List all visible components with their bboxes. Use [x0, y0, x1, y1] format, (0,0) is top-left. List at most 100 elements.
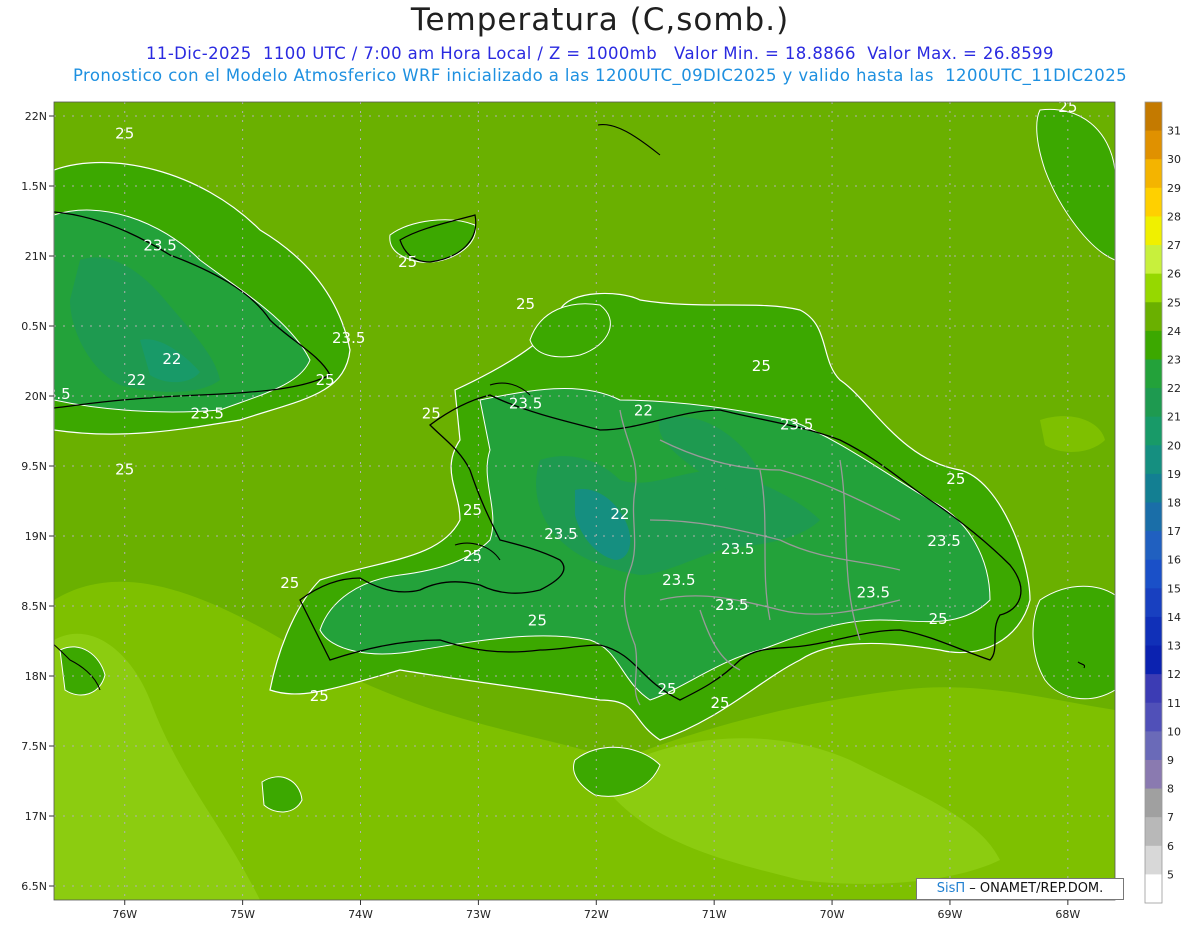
lat-tick-label: 0.5N [21, 320, 47, 333]
contour-label: 23.5 [715, 596, 748, 614]
lat-tick-label: 7.5N [21, 740, 47, 753]
contour-label: 25 [280, 574, 299, 592]
colorbar-swatch [1145, 702, 1162, 732]
colorbar-label: 21 [1167, 411, 1181, 424]
lat-tick-label: 22N [25, 110, 47, 123]
colorbar-label: 24 [1167, 325, 1181, 338]
lat-tick-label: 21N [25, 250, 47, 263]
colorbar-swatch [1145, 588, 1162, 618]
colorbar-swatch [1145, 731, 1162, 761]
contour-label: 22 [162, 350, 181, 368]
contour-label: 25 [657, 680, 676, 698]
lon-tick-label: 74W [348, 908, 373, 921]
colorbar-swatch [1145, 416, 1162, 446]
colorbar-label: 15 [1167, 582, 1181, 595]
sistema-logo: SisΠ [936, 881, 966, 896]
credit-text: – ONAMET/REP.DOM. [969, 881, 1104, 896]
contour-label: 23.5 [544, 525, 577, 543]
colorbar-swatch [1145, 674, 1162, 704]
contour-label: 25 [946, 470, 965, 488]
colorbar-label: 14 [1167, 611, 1181, 624]
lat-tick-label: 20N [25, 390, 47, 403]
contour-label: 23.5 [927, 532, 960, 550]
colorbar-label: 8 [1167, 783, 1174, 796]
colorbar-label: 29 [1167, 182, 1181, 195]
colorbar-swatch [1145, 187, 1162, 217]
colorbar-swatch [1145, 445, 1162, 475]
credit-box: SisΠ – ONAMET/REP.DOM. [916, 878, 1124, 900]
colorbar-label: 20 [1167, 439, 1181, 452]
contour-label: 25 [316, 371, 335, 389]
colorbar-swatch [1145, 330, 1162, 360]
contour-label: 25 [463, 547, 482, 565]
colorbar-swatch [1145, 359, 1162, 389]
contour-label: 23.5 [721, 540, 754, 558]
contour-label: 22 [634, 402, 653, 420]
map-figure: 25 25 23.5 23.5 22 22 25 23.5 23.5 25 25 23.5 22 25 23… [21, 98, 1181, 921]
colorbar: 31 30 29 28 27 26 25 24 23 22 21 20 19 18 17 16 15 14 13 12… [1144, 101, 1181, 904]
contour-label: 25 [528, 612, 547, 630]
lat-tick-label: 19N [25, 530, 47, 543]
colorbar-label: 22 [1167, 382, 1181, 395]
colorbar-label: 6 [1167, 840, 1174, 853]
contour-label: 25 [752, 357, 771, 375]
contour-label: 23.5 [509, 395, 542, 413]
colorbar-label: 30 [1167, 153, 1181, 166]
colorbar-label: 16 [1167, 554, 1181, 567]
colorbar-label: 17 [1167, 525, 1181, 538]
colorbar-swatch [1145, 531, 1162, 561]
map-area: 25 25 23.5 23.5 22 22 25 23.5 23.5 25 25 23.5 22 25 23… [54, 98, 1115, 900]
colorbar-swatch [1145, 845, 1162, 875]
colorbar-label: 12 [1167, 668, 1181, 681]
lat-tick-label: 1.5N [21, 180, 47, 193]
lon-tick-label: 68W [1055, 908, 1080, 921]
colorbar-swatch [1145, 159, 1162, 189]
colorbar-label: 27 [1167, 239, 1181, 252]
contour-label: 25 [115, 124, 134, 142]
colorbar-swatch [1145, 616, 1162, 647]
colorbar-swatch [1145, 245, 1162, 275]
contour-label: 23.5 [191, 404, 224, 422]
colorbar-label: 26 [1167, 268, 1181, 281]
colorbar-swatch [1145, 559, 1162, 589]
colorbar-swatch [1145, 302, 1162, 332]
colorbar-swatch [1145, 216, 1162, 246]
lon-tick-label: 76W [112, 908, 137, 921]
lon-tick-label: 73W [466, 908, 491, 921]
colorbar-label: 19 [1167, 468, 1181, 481]
colorbar-swatch [1145, 788, 1162, 818]
colorbar-label: 23 [1167, 353, 1181, 366]
colorbar-swatch [1145, 388, 1162, 418]
colorbar-label: 11 [1167, 697, 1181, 710]
contour-label: 25 [310, 687, 329, 705]
lon-tick-label: 72W [584, 908, 609, 921]
lat-tick-label: 18N [25, 670, 47, 683]
contour-label: 25 [711, 694, 730, 712]
lon-tick-label: 70W [820, 908, 845, 921]
colorbar-swatch [1145, 502, 1162, 532]
contour-label: 25 [463, 501, 482, 519]
lat-tick-label: 6.5N [21, 880, 47, 893]
colorbar-label: 31 [1167, 125, 1181, 138]
contour-label: 23.5 [857, 584, 890, 602]
colorbar-swatch [1145, 645, 1162, 675]
colorbar-swatch [1145, 273, 1162, 303]
lat-tick-label: 8.5N [21, 600, 47, 613]
contour-label: 25 [115, 460, 134, 478]
colorbar-label: 28 [1167, 210, 1181, 223]
colorbar-swatch [1145, 874, 1162, 904]
contour-label: 25 [422, 404, 441, 422]
colorbar-swatch [1145, 130, 1162, 160]
contour-label: 25 [1058, 98, 1077, 116]
lon-tick-label: 71W [702, 908, 727, 921]
lon-tick-label: 75W [230, 908, 255, 921]
contour-label: 22 [127, 371, 146, 389]
colorbar-label: 10 [1167, 725, 1181, 738]
lon-tick-label: 69W [938, 908, 963, 921]
contour-label: 22 [610, 505, 629, 523]
contour-label: 25 [929, 610, 948, 628]
contour-label: 23.5 [780, 416, 813, 434]
contour-label: 23.5 [332, 329, 365, 347]
contour-label: 25 [398, 253, 417, 271]
colorbar-swatch [1145, 102, 1162, 132]
